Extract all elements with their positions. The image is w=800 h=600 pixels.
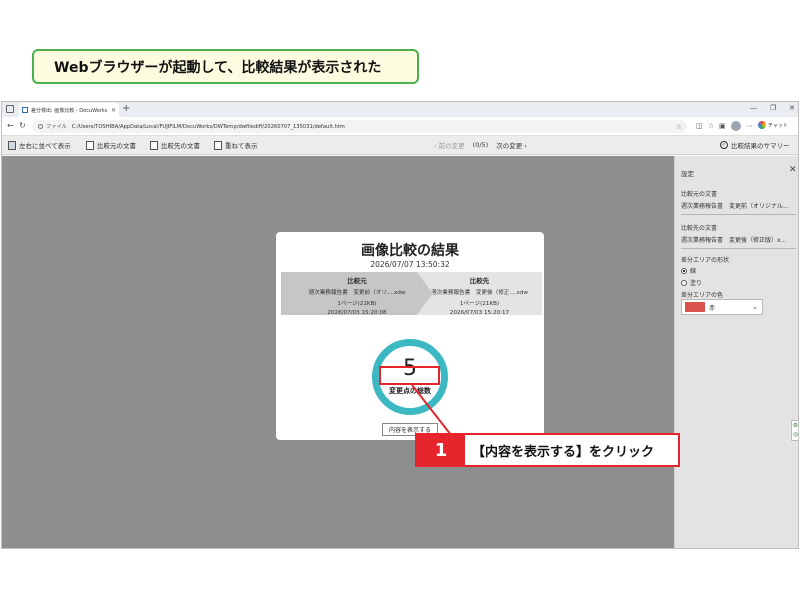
step-callout: 1 【内容を表示する】をクリック (415, 433, 680, 467)
callout-leader-line (411, 384, 452, 436)
step-instruction: 【内容を表示する】をクリック (472, 444, 655, 460)
screenshot: Webブラウザーが起動して、比較結果が表示された 差分検出: 画像比較 - Do… (0, 0, 800, 600)
step-number: 1 (417, 435, 465, 465)
